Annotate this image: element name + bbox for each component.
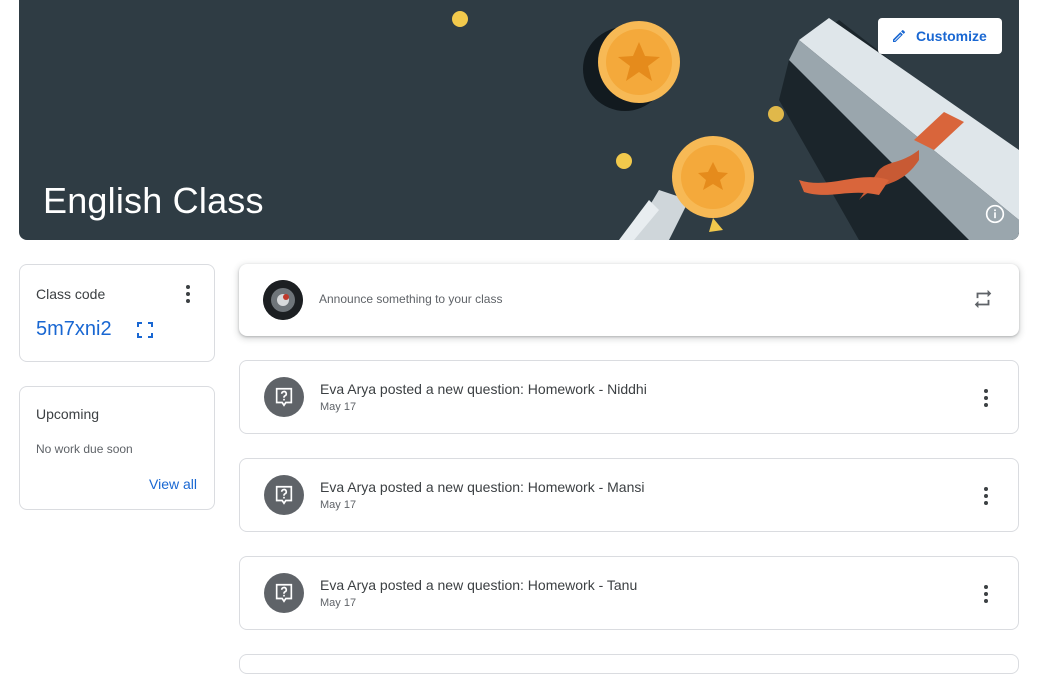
stream-item-partial[interactable] — [239, 654, 1019, 674]
stream-item[interactable]: Eva Arya posted a new question: Homework… — [239, 556, 1019, 630]
question-icon — [264, 573, 304, 613]
announce-box[interactable]: Announce something to your class — [239, 264, 1019, 336]
more-vert-icon — [984, 585, 988, 603]
stream-item-title: Eva Arya posted a new question: Homework… — [320, 577, 638, 593]
stream-item-title: Eva Arya posted a new question: Homework… — [320, 381, 647, 397]
stream-item-date: May 17 — [320, 499, 357, 511]
fullscreen-icon — [137, 322, 153, 338]
stream-item[interactable]: Eva Arya posted a new question: Homework… — [239, 360, 1019, 434]
customize-button[interactable]: Customize — [878, 18, 1002, 54]
upcoming-card: Upcoming No work due soon View all — [19, 386, 215, 510]
reuse-post-button[interactable] — [972, 288, 994, 310]
upcoming-label: Upcoming — [36, 406, 100, 422]
class-code-card: Class code 5m7xni2 — [19, 264, 215, 362]
repeat-icon — [974, 289, 992, 309]
more-vert-icon — [186, 285, 190, 303]
no-work-text: No work due soon — [36, 442, 133, 456]
stream-item-title: Eva Arya posted a new question: Homework… — [320, 479, 645, 495]
customize-label: Customize — [916, 28, 987, 44]
stream-item[interactable]: Eva Arya posted a new question: Homework… — [239, 458, 1019, 532]
pencil-icon — [893, 29, 906, 42]
stream-item-date: May 17 — [320, 597, 357, 609]
stream-item-date: May 17 — [320, 401, 357, 413]
display-code-button[interactable] — [136, 321, 154, 339]
avatar-image — [263, 280, 303, 320]
question-icon — [264, 377, 304, 417]
stream-item-more-button[interactable] — [976, 583, 996, 605]
announce-placeholder: Announce something to your class — [319, 292, 503, 306]
view-all-link[interactable]: View all — [149, 476, 197, 492]
class-code-value[interactable]: 5m7xni2 — [36, 318, 112, 341]
stream-item-more-button[interactable] — [976, 485, 996, 507]
stream-item-more-button[interactable] — [976, 387, 996, 409]
more-vert-icon — [984, 389, 988, 407]
class-code-more-button[interactable] — [178, 283, 198, 305]
class-info-button[interactable] — [985, 204, 1005, 224]
user-avatar — [263, 280, 303, 320]
class-code-label: Class code — [36, 286, 106, 302]
class-banner: English Class Customize — [19, 0, 1019, 240]
question-icon — [264, 475, 304, 515]
more-vert-icon — [984, 487, 988, 505]
info-icon — [985, 204, 1005, 224]
class-title: English Class — [43, 180, 264, 221]
